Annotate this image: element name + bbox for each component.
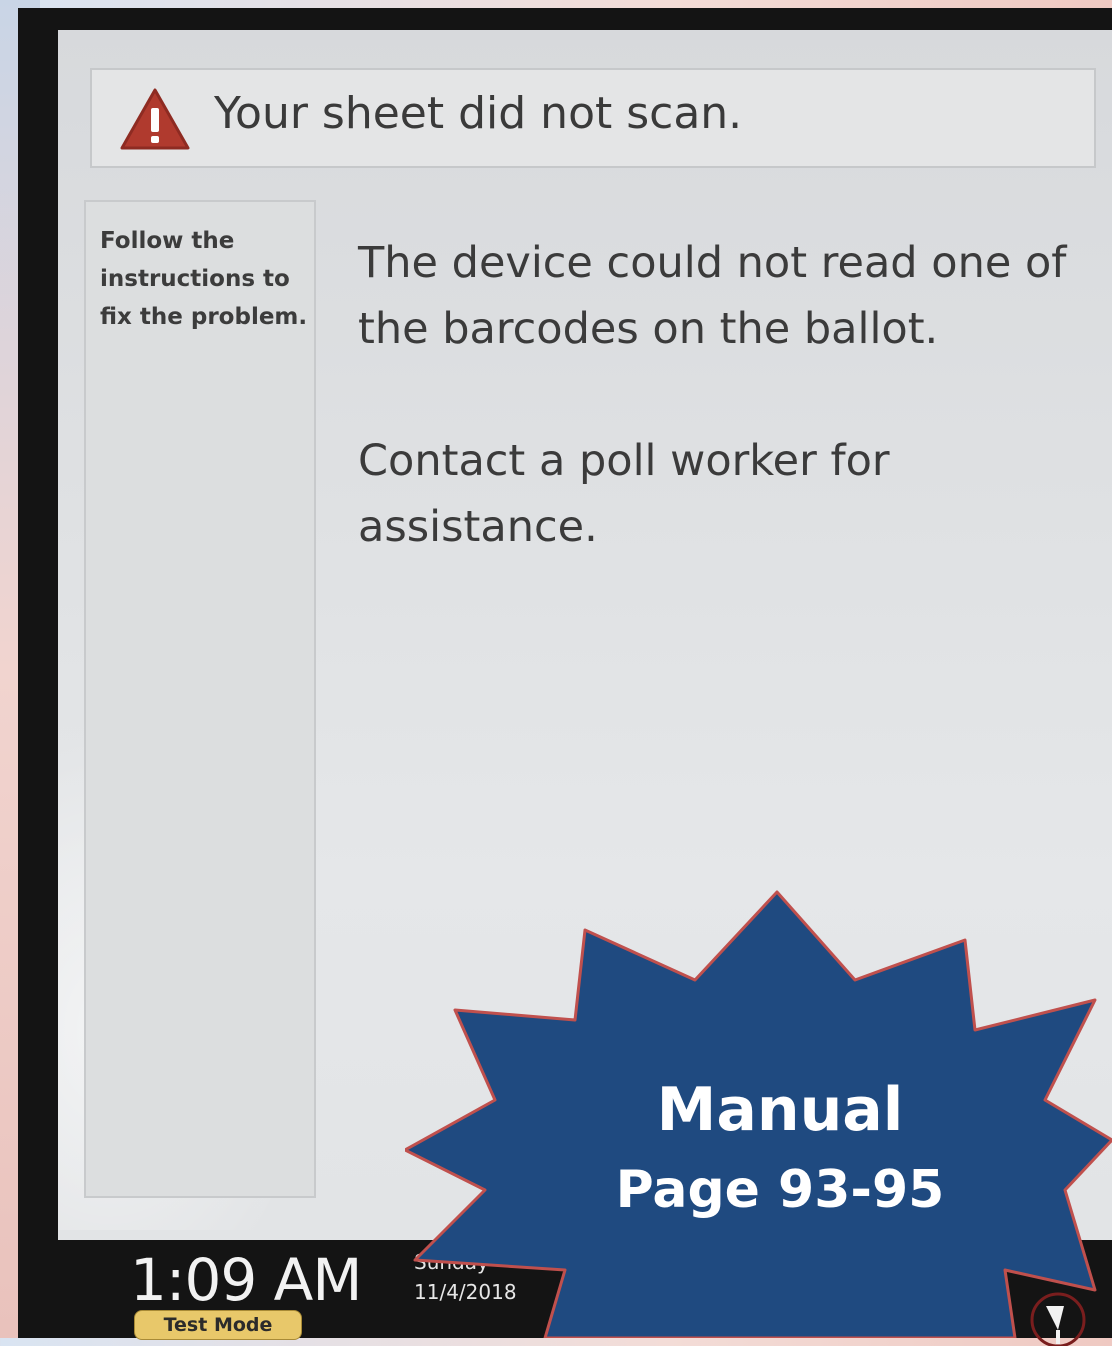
- assistance-message: Contact a poll worker for assistance.: [358, 436, 890, 552]
- warning-triangle-icon: [120, 88, 190, 150]
- callout-line-1: Manual: [656, 1075, 904, 1145]
- error-banner: Your sheet did not scan.: [90, 68, 1096, 168]
- test-mode-badge: Test Mode: [134, 1310, 302, 1340]
- main-message: The device could not read one of the bar…: [358, 230, 1098, 626]
- banner-title: Your sheet did not scan.: [214, 88, 743, 139]
- instruction-panel: Follow the instructions to fix the probl…: [84, 200, 316, 1198]
- callout-line-2: Page 93-95: [615, 1160, 945, 1220]
- instruction-text: Follow the instructions to fix the probl…: [100, 228, 308, 330]
- error-message: The device could not read one of the bar…: [358, 238, 1067, 354]
- manual-callout-text: Manual Page 93-95: [520, 1070, 1040, 1230]
- clock: 1:09 AM: [130, 1246, 362, 1314]
